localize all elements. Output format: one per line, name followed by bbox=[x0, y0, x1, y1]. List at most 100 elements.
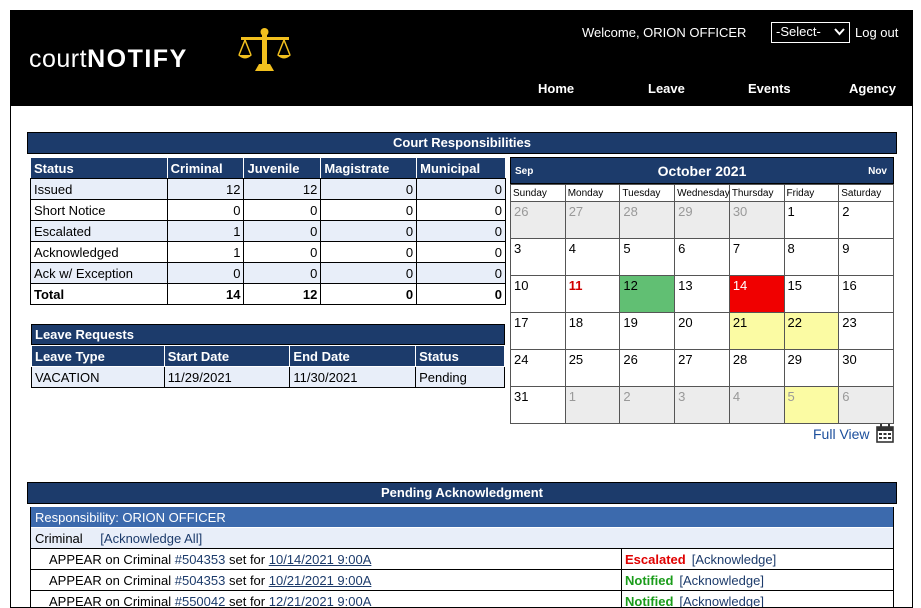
calendar-day-cell[interactable]: 2 bbox=[838, 201, 894, 239]
calendar-day-cell[interactable]: 3 bbox=[510, 238, 566, 276]
row-label: Short Notice bbox=[30, 199, 168, 221]
calendar-day-cell[interactable]: 25 bbox=[564, 349, 621, 387]
calendar-day-cell[interactable]: 17 bbox=[510, 312, 566, 350]
appearance-prefix: APPEAR on Criminal bbox=[49, 594, 172, 608]
court-date-link[interactable]: 12/21/2021 9:00A bbox=[269, 594, 372, 607]
col-magistrate: Magistrate bbox=[320, 157, 418, 179]
calendar-day-cell[interactable]: 20 bbox=[674, 312, 730, 350]
calendar-day-cell[interactable]: 26 bbox=[619, 349, 676, 387]
logo[interactable]: courtNOTIFY bbox=[29, 45, 188, 74]
nav-events[interactable]: Events bbox=[748, 81, 791, 96]
col-leave-status: Status bbox=[415, 345, 505, 367]
calendar-day-cell[interactable]: 29 bbox=[674, 201, 730, 239]
calendar-title: October 2021 bbox=[657, 163, 747, 179]
table-row[interactable]: VACATION 11/29/2021 11/30/2021 Pending bbox=[31, 366, 505, 388]
acknowledge-all-link[interactable]: [Acknowledge All] bbox=[100, 531, 202, 546]
calendar-day-cell[interactable]: 4 bbox=[564, 238, 621, 276]
calendar-day-cell[interactable]: 8 bbox=[783, 238, 840, 276]
weekday-label: Thursday bbox=[728, 184, 785, 202]
case-number-link[interactable]: #504353 bbox=[175, 552, 226, 567]
pending-item-status: Notified [Acknowledge] bbox=[621, 570, 895, 591]
calendar-day-cell[interactable]: 28 bbox=[619, 201, 676, 239]
pending-item-row: APPEAR on Criminal #504353 set for 10/21… bbox=[31, 570, 893, 591]
calendar-day-cell[interactable]: 9 bbox=[838, 238, 894, 276]
nav-home[interactable]: Home bbox=[538, 81, 574, 96]
cell-value: 0 bbox=[166, 199, 245, 221]
pending-list: APPEAR on Criminal #504353 set for 10/14… bbox=[31, 549, 893, 608]
cell-value: 0 bbox=[416, 283, 506, 305]
case-number-link[interactable]: #504353 bbox=[175, 573, 226, 588]
calendar-day-cell[interactable]: 18 bbox=[564, 312, 621, 350]
leave-status-cell: Pending bbox=[415, 366, 505, 388]
cell-value: 0 bbox=[243, 220, 322, 242]
calendar-day-cell[interactable]: 30 bbox=[728, 201, 785, 239]
court-date-link[interactable]: 10/14/2021 9:00A bbox=[269, 552, 372, 567]
calendar-day-cell[interactable]: 1 bbox=[564, 386, 621, 424]
calendar-day-cell[interactable]: 19 bbox=[619, 312, 676, 350]
cell-value: 1 bbox=[166, 220, 245, 242]
user-select[interactable]: -Select- bbox=[771, 22, 850, 43]
col-start-date: Start Date bbox=[163, 345, 291, 367]
calendar-grid: Sunday Monday Tuesday Wednesday Thursday… bbox=[510, 184, 894, 424]
cell-value: 0 bbox=[416, 178, 506, 200]
calendar-day-cell[interactable]: 4 bbox=[728, 386, 785, 424]
calendar-day-cell[interactable]: 29 bbox=[783, 349, 840, 387]
cell-value: 0 bbox=[320, 199, 418, 221]
calendar-day-cell[interactable]: 14 bbox=[728, 275, 785, 313]
cell-value: 12 bbox=[243, 178, 322, 200]
cell-value: 0 bbox=[243, 241, 322, 263]
calendar-day-cell[interactable]: 24 bbox=[510, 349, 566, 387]
calendar-day-cell[interactable]: 30 bbox=[838, 349, 894, 387]
calendar-day-cell[interactable]: 5 bbox=[783, 386, 840, 424]
calendar-day-cell[interactable]: 1 bbox=[783, 201, 840, 239]
weekday-label: Wednesday bbox=[674, 184, 730, 202]
calendar-day-cell[interactable]: 26 bbox=[510, 201, 566, 239]
acknowledge-link[interactable]: [Acknowledge] bbox=[692, 552, 777, 567]
calendar-day-cell[interactable]: 27 bbox=[564, 201, 621, 239]
calendar-day-cell[interactable]: 6 bbox=[838, 386, 894, 424]
calendar-week-row: 3456789 bbox=[510, 238, 894, 276]
cell-value: 1 bbox=[166, 241, 245, 263]
set-for-text: set for bbox=[228, 552, 266, 567]
court-date-link[interactable]: 10/21/2021 9:00A bbox=[269, 573, 372, 588]
calendar-day-cell[interactable]: 31 bbox=[510, 386, 566, 424]
acknowledge-link[interactable]: [Acknowledge] bbox=[679, 573, 764, 588]
next-month-link[interactable]: Nov bbox=[868, 166, 887, 177]
leave-requests-header: Leave Requests bbox=[31, 324, 505, 345]
nav-leave[interactable]: Leave bbox=[648, 81, 685, 96]
calendar-header: Sep October 2021 Nov bbox=[510, 157, 894, 184]
calendar-day-cell[interactable]: 21 bbox=[728, 312, 785, 350]
calendar-day-cell[interactable]: 11 bbox=[564, 275, 621, 313]
calendar-day-cell[interactable]: 7 bbox=[728, 238, 785, 276]
col-leave-type: Leave Type bbox=[31, 345, 165, 367]
calendar-day-cell[interactable]: 5 bbox=[619, 238, 676, 276]
case-number-link[interactable]: #550042 bbox=[175, 594, 226, 607]
calendar-day-cell[interactable]: 3 bbox=[674, 386, 730, 424]
calendar-day-cell[interactable]: 13 bbox=[674, 275, 730, 313]
nav-agency[interactable]: Agency bbox=[849, 81, 896, 96]
calendar-day-cell[interactable]: 6 bbox=[674, 238, 730, 276]
calendar-day-cell[interactable]: 10 bbox=[510, 275, 566, 313]
calendar-day-cell[interactable]: 28 bbox=[728, 349, 785, 387]
calendar-day-cell[interactable]: 22 bbox=[783, 312, 840, 350]
calendar-day-cell[interactable]: 23 bbox=[838, 312, 894, 350]
row-label: Total bbox=[30, 283, 168, 305]
calendar-icon[interactable] bbox=[876, 424, 894, 443]
pending-acknowledgment-panel: Responsibility: ORION OFFICER Criminal [… bbox=[30, 507, 894, 608]
acknowledge-link[interactable]: [Acknowledge] bbox=[679, 594, 764, 607]
calendar-body: 26 27 28 29 30 1 2 3 4 5 6 7 8 9 10 11 12 13 14 15 16 17 18 19 2… bbox=[510, 201, 894, 424]
logout-link[interactable]: Log out bbox=[855, 25, 898, 40]
calendar-day-cell[interactable]: 27 bbox=[674, 349, 730, 387]
logo-text-notify: NOTIFY bbox=[87, 45, 188, 73]
calendar-day-cell[interactable]: 12 bbox=[619, 275, 676, 313]
calendar-day-cell[interactable]: 16 bbox=[838, 275, 894, 313]
weekday-label: Sunday bbox=[510, 184, 566, 202]
calendar-day-cell[interactable]: 15 bbox=[783, 275, 840, 313]
status-badge: Escalated bbox=[625, 552, 686, 567]
set-for-text: set for bbox=[228, 594, 266, 608]
calendar-day-cell[interactable]: 2 bbox=[619, 386, 676, 424]
cell-value: 0 bbox=[243, 262, 322, 284]
full-view-link[interactable]: Full View bbox=[813, 426, 870, 442]
row-label: Escalated bbox=[30, 220, 168, 242]
table-row: Issued 12 12 0 0 bbox=[30, 178, 506, 200]
